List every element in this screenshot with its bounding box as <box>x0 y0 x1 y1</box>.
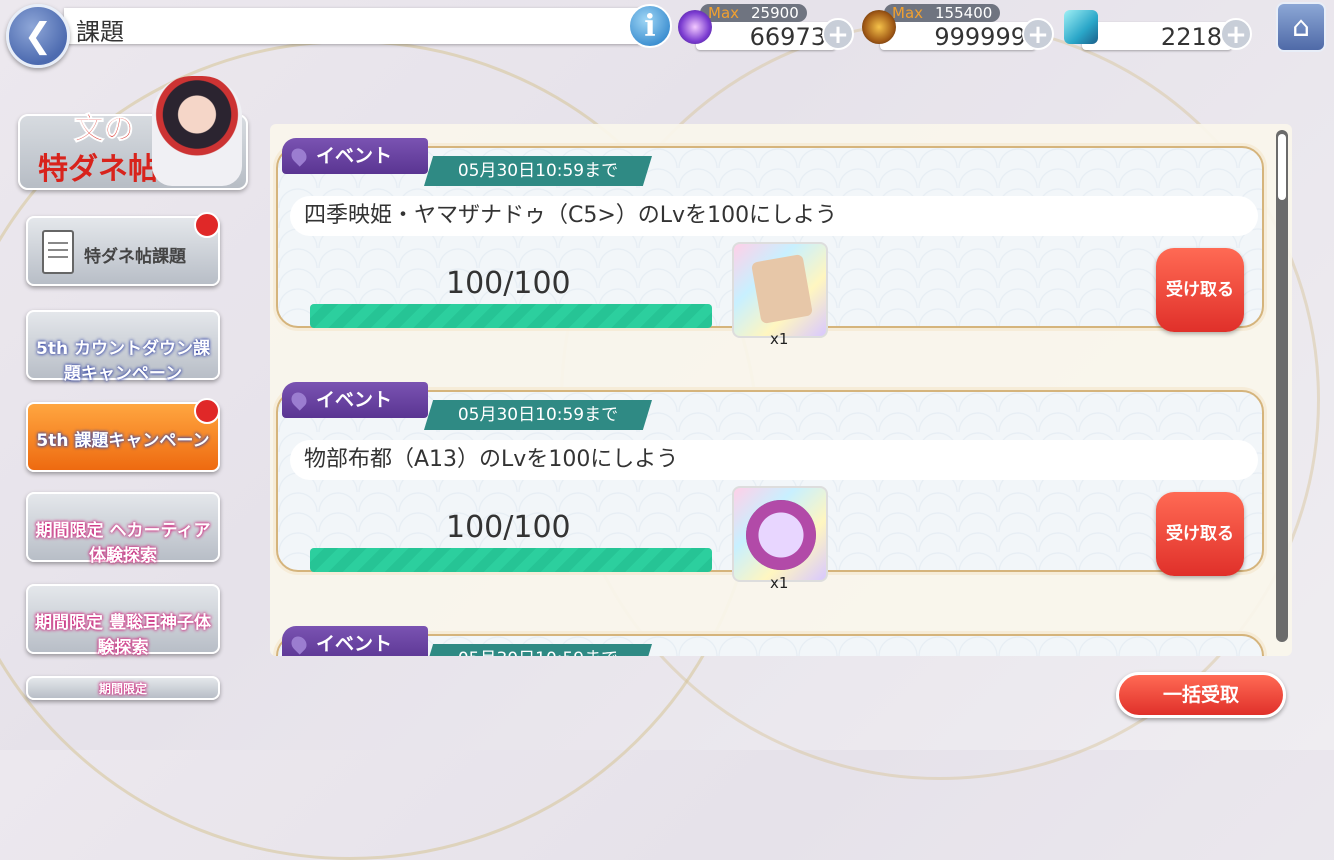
back-arrow-icon: ❮ <box>23 16 53 56</box>
reward-item-icon[interactable] <box>732 486 828 582</box>
gem-counter: 2218 + <box>1064 4 1254 51</box>
gem-value: 2218 <box>1160 23 1222 51</box>
deadline-label: 05月30日10:59まで <box>424 400 652 430</box>
quest-card: イベント 05月30日10:59まで <box>276 612 1266 656</box>
coin-value: 999999 <box>934 23 1026 51</box>
spirit-flame-icon <box>678 10 712 44</box>
page-title: 課題 <box>76 18 124 46</box>
progress-fill <box>310 548 712 572</box>
sidebar-logo: 文の 特ダネ帖 <box>18 76 248 190</box>
stamina-counter: 66973 Max 25900 + <box>678 4 858 51</box>
coin-plus-button[interactable]: + <box>1022 18 1054 50</box>
sidebar-item-countdown-campaign[interactable]: 5th カウントダウン課題キャンペーン <box>26 310 220 384</box>
sidebar-item-label: 期間限定 <box>98 682 147 696</box>
coin-pot-icon <box>862 10 896 44</box>
bulk-claim-button[interactable]: 一括受取 <box>1116 672 1286 718</box>
progress-bar <box>310 548 712 572</box>
max-value: 25900 <box>751 4 799 22</box>
reward-quantity: x1 <box>770 574 789 592</box>
progress-text: 100/100 <box>446 510 571 545</box>
flower-mirror-icon <box>746 500 816 570</box>
clipboard-icon <box>42 230 74 274</box>
sidebar-item-hecatia-trial[interactable]: 期間限定 ヘカーティア体験探索 <box>26 492 220 566</box>
reward-quantity: x1 <box>770 330 789 348</box>
quest-title: 四季映姫・ヤマザナドゥ（C5>）のLvを100にしよう <box>290 196 1258 236</box>
home-button[interactable]: ⌂ <box>1276 2 1326 52</box>
notification-badge <box>194 212 220 238</box>
deadline-label: 05月30日10:59まで <box>424 156 652 186</box>
coin-value-box: 999999 <box>880 22 1036 51</box>
notification-badge <box>194 398 220 424</box>
sidebar-item-limited[interactable]: 期間限定 <box>26 676 220 700</box>
progress-text: 100/100 <box>446 266 571 301</box>
reward-item-icon[interactable] <box>732 242 828 338</box>
sidebar-item-label: 期間限定 豊聡耳神子体験探索 <box>35 613 211 658</box>
gem-value-box: 2218 <box>1082 22 1232 51</box>
claim-button[interactable]: 受け取る <box>1156 248 1244 332</box>
sidebar-item-label: 5th 課題キャンペーン <box>36 431 210 451</box>
stamina-value: 66973 <box>749 23 826 51</box>
stamina-plus-button[interactable]: + <box>822 18 854 50</box>
sidebar-item-tokudane-quests[interactable]: 特ダネ帖課題 <box>26 212 220 286</box>
progress-bar <box>310 304 712 328</box>
scrollbar-thumb[interactable] <box>1278 134 1286 200</box>
claim-button[interactable]: 受け取る <box>1156 492 1244 576</box>
top-bar: 課題 ❮ i 66973 Max 25900 + 999999 Max 155400… <box>0 0 1334 68</box>
max-label: Max <box>892 4 924 22</box>
gem-cube-icon <box>1064 10 1098 44</box>
event-tag: イベント <box>282 626 428 656</box>
sidebar-item-5th-campaign[interactable]: 5th 課題キャンペーン <box>26 398 220 472</box>
logo-text-line1: 文の <box>74 112 135 148</box>
wooden-plaque-icon <box>751 253 813 325</box>
home-icon: ⌂ <box>1292 10 1310 43</box>
quest-title: 物部布都（A13）のLvを100にしよう <box>290 440 1258 480</box>
character-portrait <box>152 76 242 186</box>
coin-counter: 999999 Max 155400 + <box>862 4 1058 51</box>
progress-fill <box>310 304 712 328</box>
logo-text-line2: 特ダネ帖 <box>38 152 158 187</box>
scrollbar[interactable] <box>1276 130 1288 642</box>
quest-list[interactable]: イベント 05月30日10:59まで 四季映姫・ヤマザナドゥ（C5>）のLvを1… <box>270 124 1292 656</box>
event-tag: イベント <box>282 138 428 174</box>
stamina-value-box: 66973 <box>696 22 836 51</box>
gem-plus-button[interactable]: + <box>1220 18 1252 50</box>
back-button[interactable]: ❮ <box>6 4 70 68</box>
stamina-max: Max 25900 <box>700 4 807 22</box>
title-bar: 課題 <box>64 8 644 46</box>
info-button[interactable]: i <box>628 4 672 48</box>
sidebar-item-miko-trial[interactable]: 期間限定 豊聡耳神子体験探索 <box>26 584 220 658</box>
quest-card: イベント 05月30日10:59まで 四季映姫・ヤマザナドゥ（C5>）のLvを1… <box>276 124 1266 348</box>
deadline-label: 05月30日10:59まで <box>424 644 652 656</box>
max-label: Max <box>708 4 740 22</box>
coin-max: Max 155400 <box>884 4 1001 22</box>
max-value: 155400 <box>935 4 993 22</box>
event-tag: イベント <box>282 382 428 418</box>
quest-card: イベント 05月30日10:59まで 物部布都（A13）のLvを100にしよう … <box>276 368 1266 592</box>
sidebar-item-label: 5th カウントダウン課題キャンペーン <box>36 339 210 384</box>
sidebar-item-label: 特ダネ帖課題 <box>84 247 186 267</box>
sidebar-item-label: 期間限定 ヘカーティア体験探索 <box>35 521 211 566</box>
